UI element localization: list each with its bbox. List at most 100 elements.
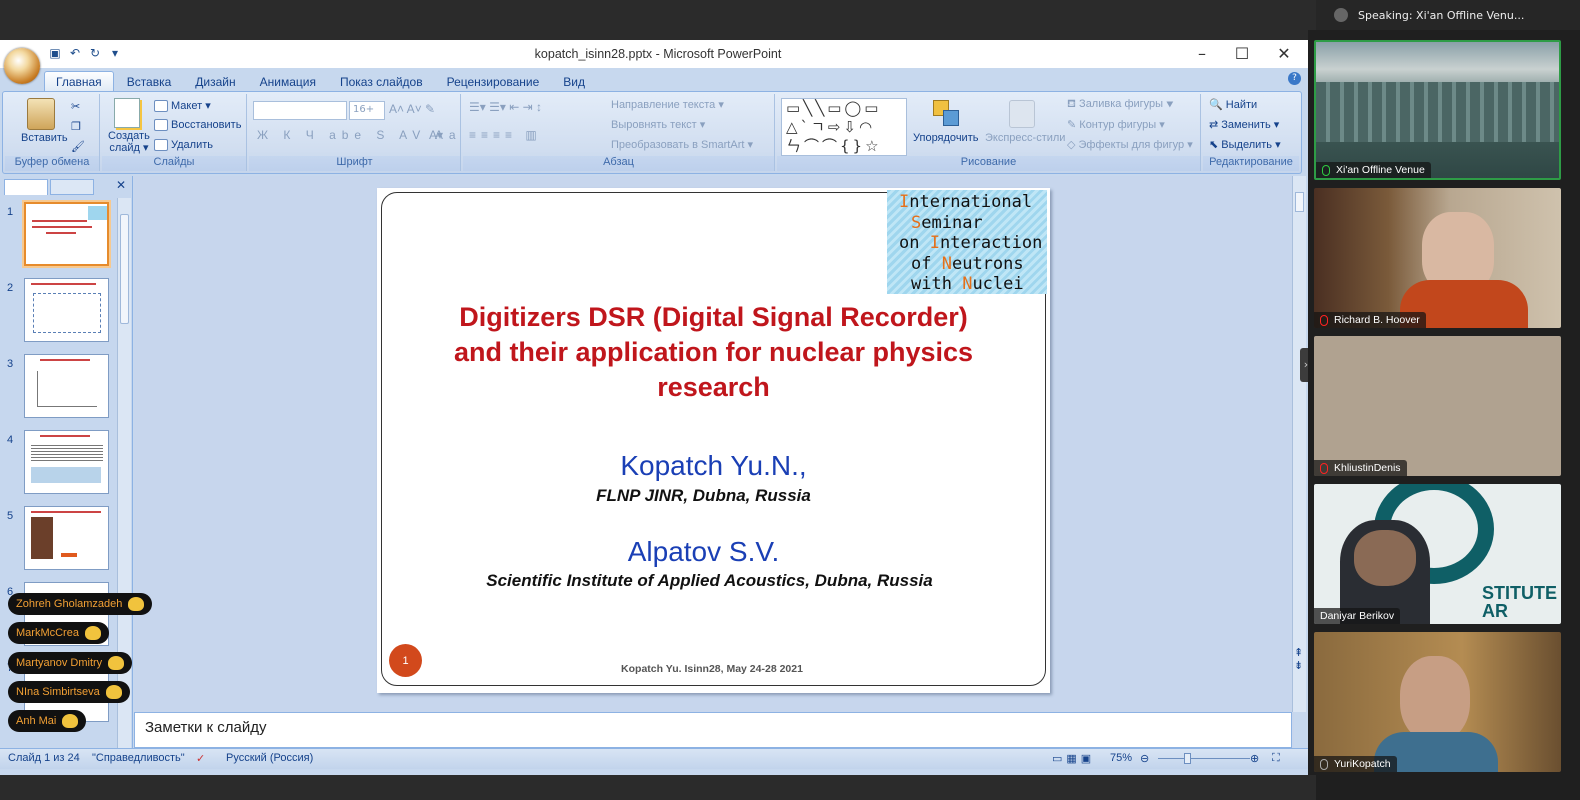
participant-tile[interactable]: KhliustinDenis <box>1314 336 1561 476</box>
view-buttons[interactable]: ▭▦▣ <box>1052 752 1095 765</box>
window-title: kopatch_isinn28.pptx - Microsoft PowerPo… <box>534 47 782 61</box>
participant-name: YuriKopatch <box>1314 756 1397 772</box>
customize-qat-icon[interactable]: ▾ <box>108 46 122 60</box>
clapping-hands-icon <box>105 685 122 699</box>
paragraph-group: ☰▾ ☰▾ ⇤ ⇥ ↕ ≡≡≡≡ ▥ Направление текста ▾ … <box>463 94 775 171</box>
thumbnail-item[interactable]: 5 <box>4 506 114 576</box>
tab-animation[interactable]: Анимация <box>249 72 327 92</box>
canvas-scroll-thumb[interactable] <box>1295 192 1304 212</box>
microphone-muted-icon <box>1320 463 1328 474</box>
zoom-in-icon[interactable]: ⊕ <box>1250 752 1259 765</box>
quick-access-toolbar: ▣ ↶ ↻ ▾ <box>48 46 122 60</box>
reset-button[interactable]: Восстановить <box>154 119 241 132</box>
tab-review[interactable]: Рецензирование <box>436 72 551 92</box>
smartart-button[interactable]: Преобразовать в SmartArt ▾ <box>611 138 753 151</box>
prev-next-slide-icon[interactable]: ⇞ ⇟ <box>1294 646 1303 672</box>
font-label: Шрифт <box>249 156 460 171</box>
outline-tab[interactable] <box>50 179 94 195</box>
format-painter-icon[interactable]: 🖌 <box>71 140 85 153</box>
shape-effects-button[interactable]: ◇ Эффекты для фигур ▾ <box>1067 138 1193 151</box>
redo-icon[interactable]: ↻ <box>88 46 102 60</box>
tab-view[interactable]: Вид <box>552 72 596 92</box>
current-slide[interactable]: International Seminar on Interaction of … <box>377 188 1050 693</box>
scroll-thumb[interactable] <box>120 214 129 324</box>
close-icon[interactable]: ✕ <box>1270 44 1298 63</box>
new-slide-button[interactable]: Создать слайд ▾ <box>108 130 150 154</box>
arrange-icon <box>931 100 961 128</box>
list-buttons[interactable]: ☰▾ ☰▾ ⇤ ⇥ ↕ <box>469 100 542 114</box>
undo-icon[interactable]: ↶ <box>68 46 82 60</box>
zoom-slider-thumb[interactable] <box>1184 753 1191 764</box>
paragraph-label: Абзац <box>463 156 774 171</box>
font-size-controls[interactable]: A˄ A˅ ✎ <box>389 102 435 116</box>
thumbnail-item[interactable]: 4 <box>4 430 114 500</box>
help-icon[interactable]: ? <box>1288 72 1301 85</box>
slide-counter: Слайд 1 из 24 <box>8 752 80 764</box>
slides-tab[interactable] <box>4 179 48 195</box>
clapping-hands-icon <box>128 597 145 611</box>
shape-fill-button[interactable]: ⛾ Заливка фигуры ▾ <box>1067 98 1174 112</box>
align-text-button[interactable]: Выровнять текст ▾ <box>611 118 705 131</box>
zoom-out-icon[interactable]: ⊖ <box>1140 752 1149 765</box>
tab-slideshow[interactable]: Показ слайдов <box>329 72 434 92</box>
participant-name: Daniyar Berikov <box>1314 608 1401 624</box>
fit-to-window-icon[interactable]: ⛶ <box>1272 752 1280 765</box>
arrange-button[interactable]: Упорядочить <box>913 132 978 144</box>
copy-icon[interactable]: ❐ <box>71 120 81 133</box>
quick-styles-icon <box>1009 100 1035 128</box>
replace-button[interactable]: ⇄ Заменить ▾ <box>1209 118 1279 131</box>
thumbnail-item[interactable]: 1 <box>4 202 114 272</box>
zoom-level[interactable]: 75% <box>1110 752 1132 764</box>
layout-button[interactable]: Макет ▾ <box>154 99 211 113</box>
slide-thumbnail-1[interactable] <box>24 202 109 266</box>
background-text: STITUTE AR <box>1482 583 1557 621</box>
language-indicator[interactable]: Русский (Россия) <box>226 752 313 764</box>
participant-tile[interactable]: Xi'an Offline Venue <box>1314 40 1561 180</box>
shape-outline-button[interactable]: ✎ Контур фигуры ▾ <box>1067 118 1165 131</box>
participant-tile[interactable]: STITUTE AR Daniyar Berikov <box>1314 484 1561 624</box>
tab-home[interactable]: Главная <box>44 71 114 92</box>
title-bar: kopatch_isinn28.pptx - Microsoft PowerPo… <box>0 40 1316 68</box>
thumbnail-item[interactable]: 3 <box>4 354 114 424</box>
align-buttons[interactable]: ≡≡≡≡ ▥ <box>469 128 542 142</box>
affiliation-2: Scientific Institute of Applied Acoustic… <box>486 571 933 590</box>
close-pane-icon[interactable]: ✕ <box>116 178 126 192</box>
clapping-hands-icon <box>84 626 101 640</box>
shapes-gallery[interactable]: ▭╲╲▭◯▭ △ˋㄱ⇨⇩◠ ㄣ⌒⌒{}☆ <box>781 98 907 156</box>
font-name-input[interactable] <box>253 101 347 120</box>
delete-slide-button[interactable]: Удалить <box>154 139 213 152</box>
font-color-icon[interactable]: A▾ <box>429 128 443 142</box>
slide-thumbnail-4[interactable] <box>24 430 109 494</box>
microphone-muted-icon <box>1320 315 1328 326</box>
find-button[interactable]: 🔍 Найти <box>1209 98 1257 111</box>
microphone-muted-icon <box>1320 759 1328 770</box>
zoom-slider[interactable] <box>1158 758 1250 759</box>
speaking-indicator: Speaking: Xi'an Offline Venu... <box>1316 0 1580 30</box>
thumbnail-item[interactable]: 2 <box>4 278 114 348</box>
maximize-icon[interactable]: ☐ <box>1228 44 1256 63</box>
participant-tile[interactable]: Richard B. Hoover <box>1314 188 1561 328</box>
text-direction-button[interactable]: Направление текста ▾ <box>611 98 724 111</box>
isinn-logo: International Seminar on Interaction of … <box>887 190 1047 294</box>
tab-insert[interactable]: Вставка <box>116 72 183 92</box>
layout-icon <box>154 100 168 113</box>
font-size-input[interactable]: 16+ <box>349 101 385 120</box>
minimize-icon[interactable]: – <box>1188 44 1216 63</box>
microphone-icon <box>1322 165 1330 176</box>
select-button[interactable]: ⬉ Выделить ▾ <box>1209 138 1281 151</box>
quick-styles-button[interactable]: Экспресс-стили <box>985 132 1065 144</box>
slide-thumbnail-5[interactable] <box>24 506 109 570</box>
meeting-top-bar <box>0 0 1316 40</box>
slide-thumbnail-2[interactable] <box>24 278 109 342</box>
cut-icon[interactable]: ✂ <box>71 100 80 113</box>
tab-design[interactable]: Дизайн <box>184 72 246 92</box>
save-icon[interactable]: ▣ <box>48 46 62 60</box>
participant-tile[interactable]: YuriKopatch <box>1314 632 1561 772</box>
notes-pane[interactable]: Заметки к слайду <box>134 712 1292 748</box>
slide-title: Digitizers DSR (Digital Signal Recorder)… <box>453 302 974 402</box>
canvas-scrollbar[interactable]: ⇞ ⇟ <box>1292 176 1306 712</box>
office-button[interactable] <box>4 48 40 84</box>
slide-thumbnail-3[interactable] <box>24 354 109 418</box>
paste-button[interactable]: Вставить <box>21 132 68 144</box>
spellcheck-icon[interactable]: ✓ <box>196 752 205 765</box>
